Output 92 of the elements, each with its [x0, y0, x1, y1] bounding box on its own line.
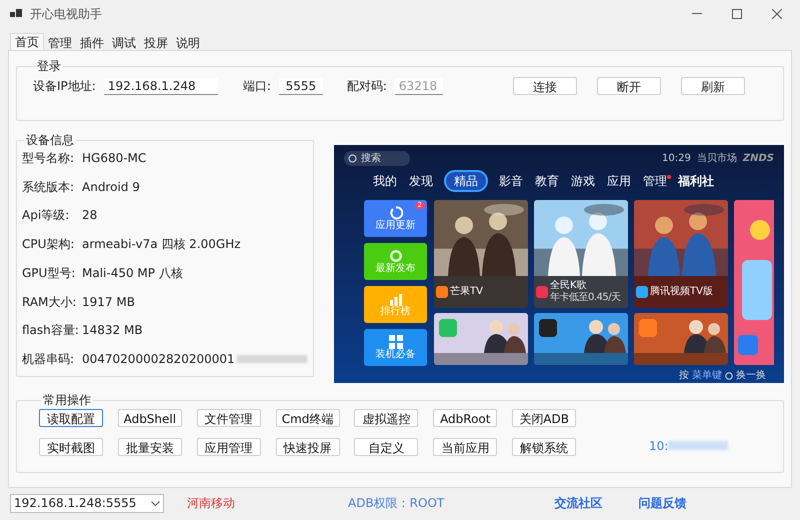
input-field[interactable]: 192.168.1.248 — [104, 78, 218, 94]
field-label: 端口: — [242, 78, 271, 95]
minimize-icon[interactable] — [692, 13, 702, 15]
dropdown-caret-icon — [151, 500, 160, 506]
info-value: 14832 MB — [82, 322, 143, 340]
app-logo-icon — [539, 319, 557, 337]
info-value: Mali-450 MP 八核 — [82, 264, 183, 282]
action-button[interactable]: 文件管理 — [196, 409, 261, 427]
info-label: 机器串码: — [22, 350, 76, 368]
tv-app-card[interactable]: 芒果TV — [434, 200, 528, 308]
login-button[interactable]: 刷新 — [680, 77, 745, 95]
grid-icon — [388, 335, 402, 349]
tv-card-title: 全民K歌 — [550, 281, 588, 291]
info-label: RAM大小: — [22, 294, 78, 311]
tv-tile-label: 最新发布 — [376, 264, 416, 274]
tv-search-text: 搜索 — [361, 154, 381, 164]
action-button[interactable]: Cmd终端 — [276, 409, 340, 427]
device-select[interactable]: 192.168.1.248:5555 — [10, 494, 164, 512]
login-button[interactable]: 连接 — [512, 77, 577, 95]
action-button[interactable]: AdbRoot — [433, 409, 498, 427]
maximize-icon[interactable] — [732, 9, 742, 19]
app-logo-icon — [636, 286, 648, 298]
search-icon — [348, 154, 357, 163]
tv-nav-tab[interactable]: 我的 — [372, 175, 398, 187]
tv-promo-label: 福利社 — [678, 173, 714, 190]
tv-hint-key: 菜单键 — [692, 368, 722, 383]
info-label: Api等级: — [22, 207, 70, 224]
info-value: armeabi-v7a 四核 2.00GHz — [82, 236, 241, 254]
input-field[interactable]: 5555 — [278, 78, 323, 94]
info-value: 1917 MB — [82, 294, 135, 311]
tv-nav-tab[interactable]: 游戏 — [570, 175, 596, 187]
tv-hint-text: 按 — [679, 368, 689, 383]
tv-tile-label: 装机必备 — [376, 350, 416, 360]
tv-app-card[interactable]: 腾讯视频TV版 — [634, 200, 728, 308]
tv-card-title: 芒果TV — [450, 287, 483, 297]
window-title: 开心电视助手 — [30, 6, 102, 23]
info-value: 28 — [82, 207, 98, 224]
group-title: 设备信息 — [25, 132, 75, 149]
tv-nav-tab[interactable]: 教育 — [534, 175, 560, 187]
info-label: CPU架构: — [22, 236, 76, 254]
tv-hint-text: 换一换 — [736, 369, 766, 383]
input-field[interactable]: 63218 — [394, 78, 443, 94]
field-label: 设备IP地址: — [33, 78, 96, 95]
info-label: 型号名称: — [22, 150, 76, 167]
blurred-text-drawing — [668, 441, 728, 450]
tv-app-card[interactable]: 全民K歌 年卡低至0.45/天 — [534, 200, 628, 308]
info-label: flash容量: — [22, 322, 80, 340]
action-button[interactable]: 当前应用 — [433, 438, 498, 456]
clock-text: 10: — [649, 438, 668, 454]
info-value: Android 9 — [82, 178, 140, 196]
tv-nav-tab[interactable]: 精品 — [444, 170, 488, 192]
tv-card-title: 腾讯视频TV版 — [650, 287, 713, 297]
info-value: HG680-MC — [82, 150, 146, 167]
close-icon[interactable] — [772, 9, 782, 19]
info-label: 系统版本: — [22, 178, 76, 196]
group-title: 常用操作 — [42, 392, 92, 409]
action-button[interactable]: 解锁系统 — [512, 438, 576, 456]
app-logo-icon — [436, 286, 448, 298]
adb-permission-text: ADB权限：ROOT — [348, 495, 444, 512]
tv-store-name: 当贝市场 — [696, 152, 737, 166]
tv-time: 10:29 — [662, 152, 691, 166]
app-icon — [10, 9, 22, 19]
action-button[interactable]: 读取配置 — [39, 409, 103, 427]
tv-brand: ZNDS — [742, 152, 774, 166]
action-button[interactable]: AdbShell — [118, 409, 182, 427]
action-button[interactable]: 自定义 — [354, 438, 418, 456]
action-button[interactable]: 虚拟遥控 — [354, 409, 418, 427]
info-label: GPU型号: — [22, 264, 76, 282]
status-link[interactable]: 问题反馈 — [638, 494, 686, 512]
app-logo-icon — [439, 319, 457, 337]
action-button[interactable]: 关闭ADB — [512, 409, 576, 427]
tv-tile-label: 排行榜 — [380, 307, 410, 317]
app-logo-icon — [639, 319, 657, 337]
app-logo-icon — [536, 286, 548, 298]
tv-nav-tab[interactable]: 影音 — [498, 175, 524, 187]
bar-chart-icon — [388, 292, 402, 306]
action-button[interactable]: 批量安装 — [118, 438, 182, 456]
tv-tile-label: 应用更新 — [376, 221, 416, 231]
status-link[interactable]: 交流社区 — [554, 494, 602, 512]
action-button[interactable]: 实时截图 — [39, 438, 103, 456]
field-label: 配对码: — [346, 78, 387, 95]
action-button[interactable]: 快速投屏 — [276, 438, 340, 456]
tv-nav-tab[interactable]: 发现 — [408, 175, 434, 187]
tv-card-subtitle: 年卡低至0.45/天 — [550, 293, 621, 303]
action-button[interactable]: 应用管理 — [196, 438, 261, 456]
tv-nav-tab[interactable]: 应用 — [606, 175, 632, 187]
login-button[interactable]: 断开 — [596, 77, 661, 95]
tv-nav-tab[interactable]: 管理 — [642, 175, 668, 187]
group-title: 登录 — [36, 58, 62, 75]
info-value: 00470200002820200001 — [82, 350, 235, 368]
tab[interactable]: 首页 — [10, 33, 44, 50]
carrier-text: 河南移动 — [187, 495, 235, 512]
